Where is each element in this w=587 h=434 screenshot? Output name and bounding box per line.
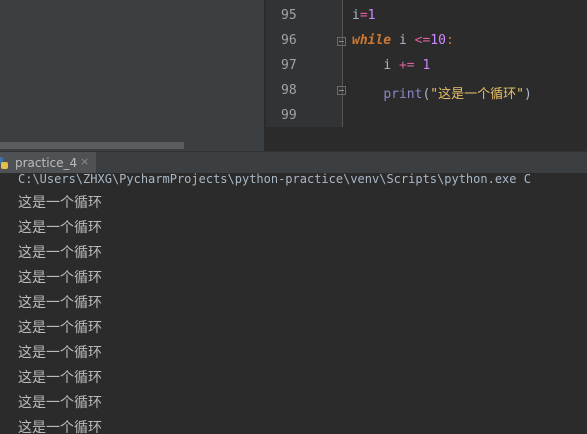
line-number: 98 (281, 83, 297, 98)
console-output-line: 这是一个循环 (18, 245, 102, 261)
fold-collapse-icon[interactable] (337, 37, 346, 46)
code-token: 10 (430, 33, 446, 48)
code-line[interactable]: i += 1 (352, 58, 430, 73)
line-number: 96 (281, 33, 297, 48)
console-command-line: C:\Users\ZHXG\PycharmProjects\python-pra… (18, 173, 531, 186)
code-token: 1 (422, 58, 431, 73)
project-horizontal-scrollbar[interactable] (0, 142, 184, 149)
code-token: 1 (367, 8, 376, 23)
code-token: ) (523, 87, 532, 102)
console-output-line: 这是一个循环 (18, 345, 102, 361)
editor-area: 95 96 97 98 99 i=1 while i <=10: i += 1 … (0, 0, 587, 151)
fold-end-icon[interactable] (337, 86, 346, 95)
code-token: print (383, 87, 423, 102)
console-output-line: 这是一个循环 (18, 195, 102, 211)
code-token: while (352, 33, 392, 48)
code-token: += (398, 58, 415, 73)
code-line[interactable]: i=1 (352, 8, 375, 23)
run-tool-window-header: practice_4 × (0, 151, 587, 174)
close-icon[interactable]: × (80, 155, 89, 168)
python-icon (0, 157, 8, 169)
run-console[interactable]: C:\Users\ZHXG\PycharmProjects\python-pra… (0, 173, 587, 434)
console-output-line: 这是一个循环 (18, 270, 102, 286)
code-token: i (383, 58, 392, 73)
code-token: = (359, 8, 368, 23)
console-output-line: 这是一个循环 (18, 320, 102, 336)
line-number: 95 (281, 8, 297, 23)
code-token: "这是一个循环" (430, 87, 524, 102)
code-token: : (445, 33, 454, 48)
code-line[interactable]: while i <=10: (352, 33, 454, 48)
project-pane[interactable] (0, 0, 264, 151)
console-output-line: 这是一个循环 (18, 295, 102, 311)
code-token: i (398, 33, 407, 48)
console-output-line: 这是一个循环 (18, 220, 102, 236)
console-output-line: 这是一个循环 (18, 420, 102, 434)
line-number: 97 (281, 58, 297, 73)
code-token: <= (414, 33, 431, 48)
run-tab-label: practice_4 (15, 156, 78, 170)
run-tab-practice-4[interactable]: practice_4 × (0, 152, 96, 174)
line-number-gutter (266, 0, 342, 127)
gutter-divider (342, 0, 343, 127)
line-number: 99 (281, 108, 297, 123)
code-token: i (352, 8, 360, 23)
console-output-line: 这是一个循环 (18, 370, 102, 386)
code-line[interactable]: print("这是一个循环") (352, 83, 532, 102)
console-output-line: 这是一个循环 (18, 395, 102, 411)
